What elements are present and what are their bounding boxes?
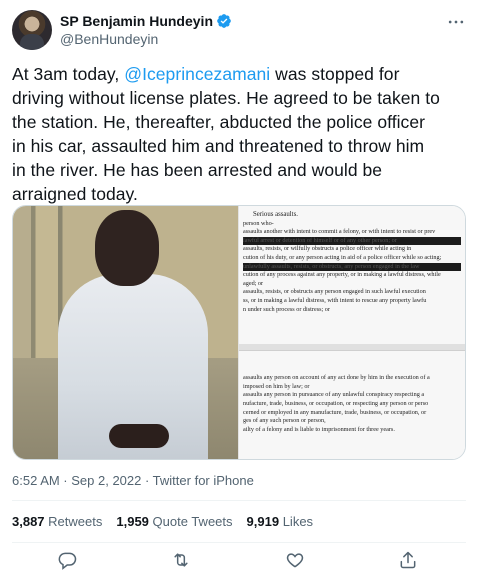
document-line: Serious assaults. xyxy=(252,211,298,218)
retweets-stat[interactable]: 3,887 Retweets xyxy=(12,512,102,532)
tweet-line: in his car, assaulted him and threatened… xyxy=(12,136,425,156)
document-line: aged; or xyxy=(242,279,264,287)
tweet-line: arraigned today. xyxy=(12,184,138,204)
document-line: cution of any process against any proper… xyxy=(242,271,441,279)
document-line: unlawfully assaults, resists, or obstruc… xyxy=(242,262,461,272)
document-line: assaults another with intent to commit a… xyxy=(242,228,436,236)
document-line: n under such process or distress; or xyxy=(242,305,330,313)
verified-icon xyxy=(216,13,232,29)
photo-person-hands xyxy=(109,424,169,448)
quote-tweets-stat[interactable]: 1,959 Quote Tweets xyxy=(116,512,232,532)
reply-icon[interactable] xyxy=(58,550,80,572)
retweet-icon[interactable] xyxy=(171,550,193,572)
document-line: assaults, resists, or obstructs any pers… xyxy=(242,288,426,296)
retweets-count: 3,887 xyxy=(12,514,45,529)
tweet-text: At 3am today, @Iceprincezamani was stopp… xyxy=(12,62,466,206)
tweet-line: in the river. He has been arrested and w… xyxy=(12,160,383,180)
document-line: lawful arrest or detention of himself or… xyxy=(242,236,461,246)
media-container: Serious assaults. person who- assaults a… xyxy=(12,205,466,460)
tweet-actions xyxy=(12,550,466,572)
divider xyxy=(12,542,466,543)
document-line: assaults any person on account of any ac… xyxy=(242,374,430,382)
photo-person-head xyxy=(95,210,159,286)
media-document[interactable]: Serious assaults. person who- assaults a… xyxy=(237,206,465,459)
media-photo[interactable] xyxy=(13,206,238,459)
avatar[interactable] xyxy=(12,10,52,50)
document-line: assaults any person in pursuance of any … xyxy=(242,391,425,399)
share-icon[interactable] xyxy=(398,550,420,572)
more-icon[interactable] xyxy=(446,12,466,32)
tweet-stats: 3,887 Retweets 1,959 Quote Tweets 9,919 … xyxy=(12,512,313,532)
document-line: assaults, resists, or wilfully obstructs… xyxy=(242,245,412,253)
author-handle[interactable]: @BenHundeyin xyxy=(60,30,158,48)
divider xyxy=(12,500,466,501)
document-line: ges of any such person or person, xyxy=(242,417,326,425)
document-line: cution of his duty, or any person acting… xyxy=(242,253,442,261)
likes-stat[interactable]: 9,919 Likes xyxy=(247,512,314,532)
document-line: nufacture, trade, business, or occupatio… xyxy=(242,399,429,407)
tweet-header: SP Benjamin Hundeyin @BenHundeyin xyxy=(12,10,466,50)
like-icon[interactable] xyxy=(285,550,307,572)
document-line: person who- xyxy=(242,219,274,227)
document-separator xyxy=(238,314,465,374)
tweet-timestamp[interactable]: 6:52 AM · Sep 2, 2022 · Twitter for iPho… xyxy=(12,473,254,489)
document-top-text: Serious assaults. person who- assaults a… xyxy=(242,211,461,314)
mention-link[interactable]: @Iceprincezamani xyxy=(124,64,270,84)
author-name-row[interactable]: SP Benjamin Hundeyin xyxy=(60,12,232,30)
quote-tweets-label: Quote Tweets xyxy=(152,514,233,529)
likes-label: Likes xyxy=(282,514,314,529)
document-line: ailty of a felony and is liable to impri… xyxy=(242,425,395,433)
document-bottom-text: assaults any person on account of any ac… xyxy=(243,374,461,434)
retweets-label: Retweets xyxy=(48,514,103,529)
tweet-line: At 3am today, @Iceprincezamani was stopp… xyxy=(12,62,466,86)
tweet-line: the station. He, thereafter, abducted th… xyxy=(12,112,426,132)
author-name[interactable]: SP Benjamin Hundeyin xyxy=(60,12,213,30)
document-line: cerned or employed in any manufacture, t… xyxy=(242,408,427,416)
likes-count: 9,919 xyxy=(246,514,280,529)
document-line: ss, or in making a lawful distress, with… xyxy=(242,296,427,304)
document-line: imposed on him by law; or xyxy=(242,382,310,390)
tweet-text-segment: At 3am today, xyxy=(12,64,125,84)
tweet-text-segment: was stopped for xyxy=(270,64,400,84)
tweet-line: driving without license plates. He agree… xyxy=(12,88,440,108)
quote-tweets-count: 1,959 xyxy=(116,514,149,529)
